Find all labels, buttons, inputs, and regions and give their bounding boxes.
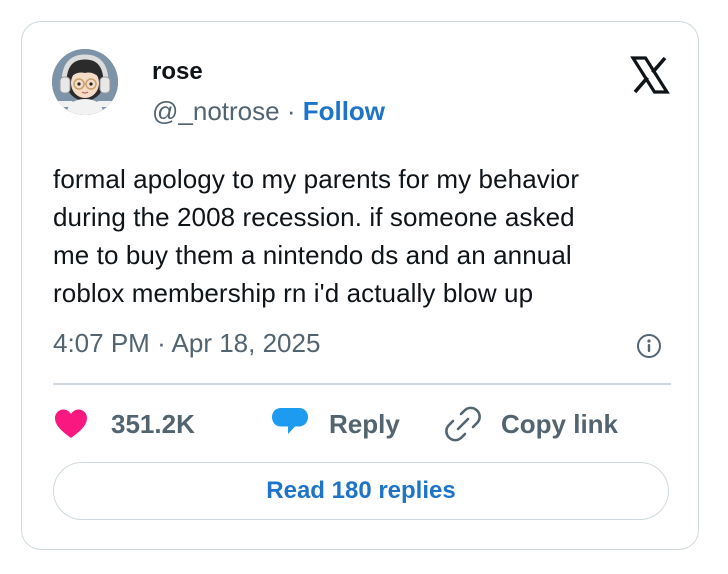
tweet-text-line: me to buy them a nintendo ds and an annu… <box>53 240 572 270</box>
link-icon <box>445 406 481 442</box>
tweet-text: formal apology to my parents for my beha… <box>53 160 663 312</box>
follow-button[interactable]: Follow <box>303 96 385 126</box>
read-replies-button[interactable]: Read 180 replies <box>53 462 669 520</box>
handle-separator: · <box>286 96 296 126</box>
info-icon[interactable] <box>636 333 662 359</box>
tweet-card: rose @_notrose · Follow formal apology t… <box>21 21 699 550</box>
copy-link-label: Copy link <box>501 409 619 439</box>
reply-label: Reply <box>329 409 400 439</box>
speech-bubble-icon <box>272 408 308 434</box>
author-name[interactable]: rose <box>152 58 203 86</box>
action-bar: 351.2K Reply Copy link <box>53 402 673 446</box>
divider <box>53 383 671 385</box>
author-handle-row: @_notrose · Follow <box>152 96 385 126</box>
tweet-date: Apr 18, 2025 <box>171 328 321 358</box>
heart-icon <box>55 409 87 438</box>
timestamp-separator: · <box>157 328 166 358</box>
like-count: 351.2K <box>111 409 195 439</box>
avatar-image <box>52 49 118 115</box>
avatar[interactable] <box>52 49 118 115</box>
like-button[interactable]: 351.2K <box>53 402 195 446</box>
x-logo-icon[interactable] <box>630 55 670 95</box>
reply-button[interactable]: Reply <box>271 402 400 446</box>
tweet-time: 4:07 PM <box>53 328 150 358</box>
tweet-timestamp[interactable]: 4:07 PM · Apr 18, 2025 <box>53 328 320 358</box>
tweet-text-line: during the 2008 recession. if someone as… <box>53 202 575 232</box>
tweet-text-line: formal apology to my parents for my beha… <box>53 164 580 194</box>
copy-link-button[interactable]: Copy link <box>445 402 618 446</box>
tweet-text-line: roblox membership rn i'd actually blow u… <box>53 278 534 308</box>
author-handle[interactable]: @_notrose <box>152 96 280 126</box>
